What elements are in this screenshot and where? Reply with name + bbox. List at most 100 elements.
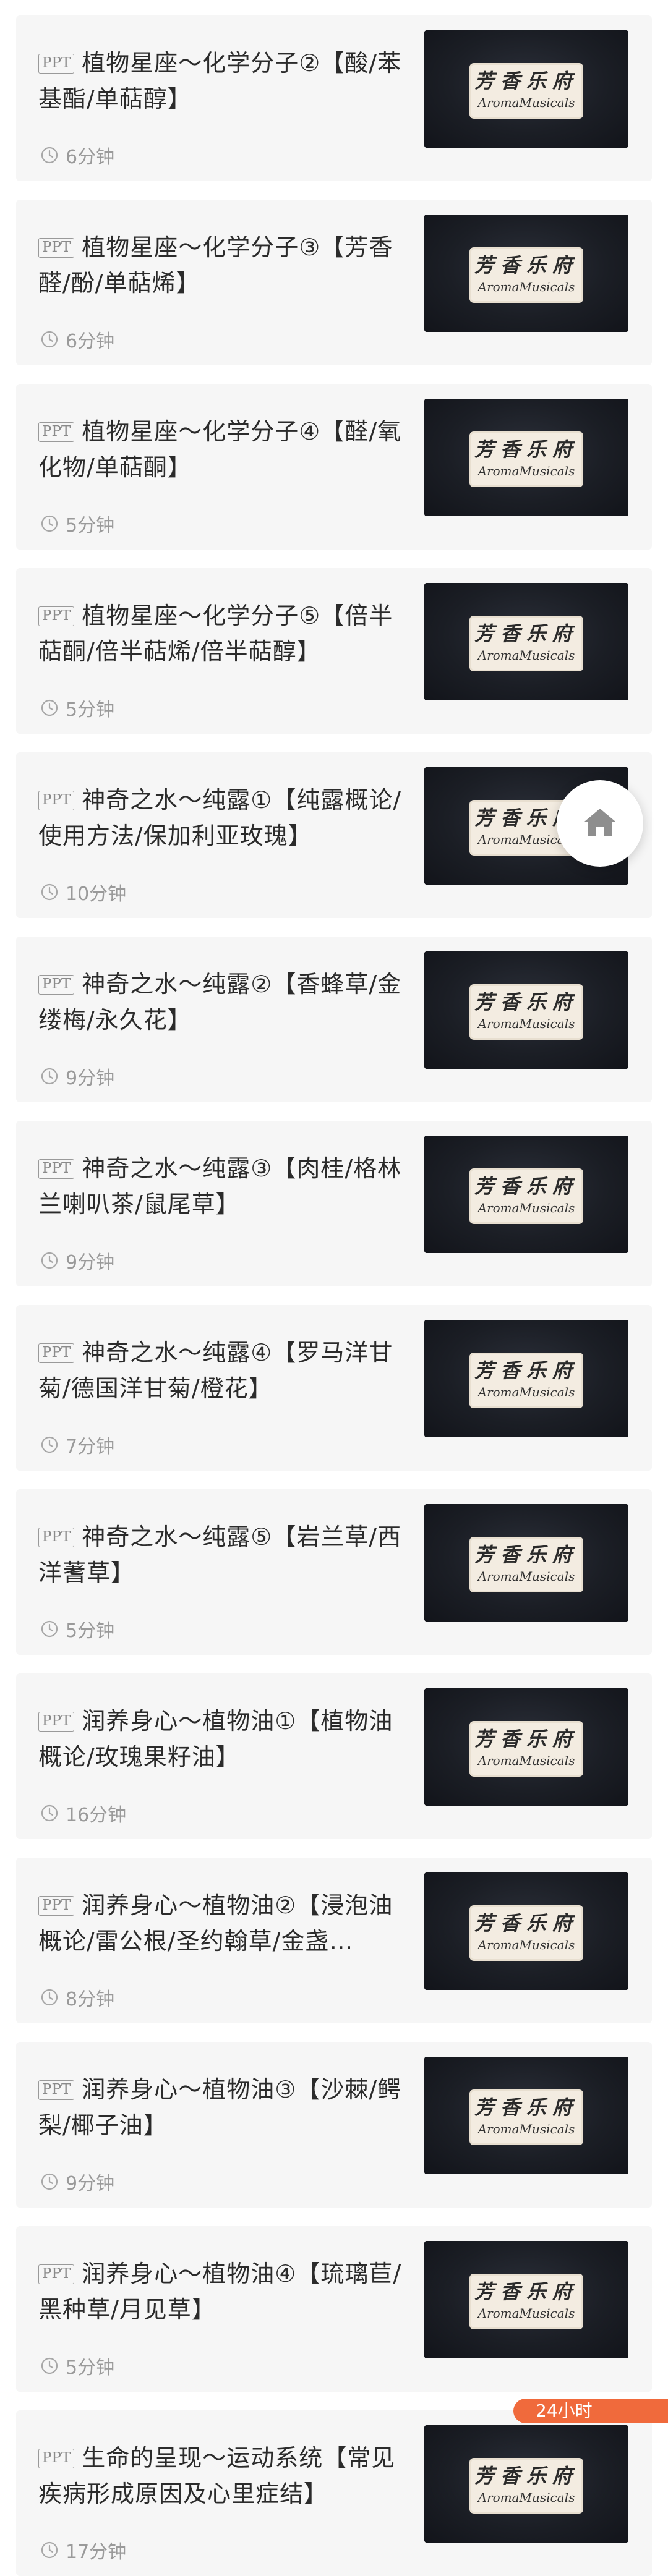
course-title-text: 神奇之水～纯露④【罗马洋甘菊/德国洋甘菊/橙花】 <box>38 1339 393 1402</box>
course-card[interactable]: PPT 植物星座～化学分子⑤【倍半萜酮/倍半萜烯/倍半萜醇】 5分钟 芳香乐府 A… <box>16 568 652 734</box>
logo-en: AromaMusicals <box>477 1201 575 1215</box>
logo-cn: 芳香乐府 <box>474 2280 578 2303</box>
course-title-text: 润养身心～植物油③【沙棘/鳄梨/椰子油】 <box>38 2076 402 2139</box>
promo-badge[interactable]: 24小时 <box>513 2399 668 2423</box>
course-duration: 16分钟 <box>41 1802 127 1826</box>
course-card[interactable]: PPT 润养身心～植物油②【浸泡油概论/雷公根/圣约翰草/金盏… 8分钟 芳香乐府… <box>16 1858 652 2023</box>
course-card[interactable]: PPT 神奇之水～纯露③【肉桂/格林兰喇叭茶/鼠尾草】 9分钟 芳香乐府 Arom… <box>16 1121 652 1286</box>
course-card[interactable]: PPT 植物星座～化学分子③【芳香醛/酚/单萜烯】 6分钟 芳香乐府 AromaM… <box>16 200 652 365</box>
brand-logo: 芳香乐府 AromaMusicals <box>471 2276 581 2327</box>
clock-icon <box>41 2173 58 2190</box>
course-thumbnail: 芳香乐府 AromaMusicals <box>424 399 628 516</box>
clock-icon <box>41 1068 58 1085</box>
course-title: PPT 润养身心～植物油②【浸泡油概论/雷公根/圣约翰草/金盏… <box>38 1887 409 1959</box>
course-title: PPT 神奇之水～纯露④【罗马洋甘菊/德国洋甘菊/橙花】 <box>38 1335 409 1406</box>
course-thumbnail: 芳香乐府 AromaMusicals <box>424 583 628 700</box>
brand-logo: 芳香乐府 AromaMusicals <box>471 1354 581 1406</box>
logo-en: AromaMusicals <box>477 1753 575 1768</box>
course-card[interactable]: PPT 神奇之水～纯露⑤【岩兰草/西洋蓍草】 5分钟 芳香乐府 AromaMusi… <box>16 1489 652 1655</box>
ppt-tag: PPT <box>38 1159 75 1179</box>
course-card[interactable]: PPT 神奇之水～纯露①【纯露概论/使用方法/保加利亚玫瑰】 10分钟 芳香乐府 … <box>16 752 652 918</box>
logo-cn: 芳香乐府 <box>474 438 578 461</box>
brand-logo: 芳香乐府 AromaMusicals <box>471 1170 581 1222</box>
course-title-text: 神奇之水～纯露⑤【岩兰草/西洋蓍草】 <box>38 1523 402 1586</box>
course-card[interactable]: PPT 润养身心～植物油①【植物油概论/玫瑰果籽油】 16分钟 芳香乐府 Arom… <box>16 1673 652 1839</box>
logo-cn: 芳香乐府 <box>474 1727 578 1751</box>
brand-logo: 芳香乐府 AromaMusicals <box>471 2460 581 2512</box>
duration-text: 9分钟 <box>66 2173 115 2195</box>
course-duration: 9分钟 <box>41 2170 115 2195</box>
course-card[interactable]: PPT 润养身心～植物油④【琉璃苣/黑种草/月见草】 5分钟 芳香乐府 Aroma… <box>16 2226 652 2392</box>
duration-text: 6分钟 <box>66 147 115 168</box>
course-title: PPT 植物星座～化学分子⑤【倍半萜酮/倍半萜烯/倍半萜醇】 <box>38 598 409 670</box>
course-thumbnail: 芳香乐府 AromaMusicals <box>424 1504 628 1622</box>
ppt-tag: PPT <box>38 1343 75 1363</box>
logo-en: AromaMusicals <box>477 1385 575 1400</box>
course-duration: 8分钟 <box>41 1986 115 2010</box>
brand-logo: 芳香乐府 AromaMusicals <box>471 1907 581 1959</box>
ppt-tag: PPT <box>38 1712 75 1732</box>
course-title-text: 润养身心～植物油②【浸泡油概论/雷公根/圣约翰草/金盏… <box>38 1892 393 1955</box>
duration-text: 8分钟 <box>66 1989 115 2010</box>
logo-cn: 芳香乐府 <box>474 69 578 93</box>
duration-text: 17分钟 <box>66 2541 127 2563</box>
brand-logo: 芳香乐府 AromaMusicals <box>471 618 581 670</box>
clock-icon <box>41 1989 58 2006</box>
course-title: PPT 植物星座～化学分子③【芳香醛/酚/单萜烯】 <box>38 229 409 301</box>
ppt-tag: PPT <box>38 2449 75 2468</box>
course-title: PPT 植物星座～化学分子④【醛/氧化物/单萜酮】 <box>38 414 409 485</box>
clock-icon <box>41 515 58 532</box>
duration-text: 5分钟 <box>66 699 115 721</box>
brand-logo: 芳香乐府 AromaMusicals <box>471 2091 581 2143</box>
ppt-tag: PPT <box>38 1528 75 1547</box>
duration-text: 7分钟 <box>66 1436 115 1458</box>
course-duration: 10分钟 <box>41 881 126 905</box>
logo-en: AromaMusicals <box>477 95 575 110</box>
brand-logo: 芳香乐府 AromaMusicals <box>471 1539 581 1591</box>
course-card[interactable]: PPT 润养身心～植物油③【沙棘/鳄梨/椰子油】 9分钟 芳香乐府 AromaMu… <box>16 2042 652 2208</box>
course-title-text: 植物星座～化学分子③【芳香醛/酚/单萜烯】 <box>38 234 393 297</box>
course-title-text: 润养身心～植物油①【植物油概论/玫瑰果籽油】 <box>38 1707 393 1770</box>
ppt-tag: PPT <box>38 1896 75 1916</box>
course-card[interactable]: PPT 植物星座～化学分子④【醛/氧化物/单萜酮】 5分钟 芳香乐府 AromaM… <box>16 384 652 550</box>
course-thumbnail: 芳香乐府 AromaMusicals <box>424 215 628 332</box>
logo-en: AromaMusicals <box>477 1937 575 1952</box>
course-title-text: 植物星座～化学分子④【醛/氧化物/单萜酮】 <box>38 418 402 481</box>
ppt-tag: PPT <box>38 2264 75 2284</box>
course-title: PPT 生命的呈现～运动系统【常见疾病形成原因及心里症结】 <box>38 2440 409 2512</box>
brand-logo: 芳香乐府 AromaMusicals <box>471 986 581 1038</box>
course-thumbnail: 芳香乐府 AromaMusicals <box>424 2241 628 2358</box>
course-card[interactable]: PPT 神奇之水～纯露④【罗马洋甘菊/德国洋甘菊/橙花】 7分钟 芳香乐府 Aro… <box>16 1305 652 1471</box>
duration-text: 5分钟 <box>66 2357 115 2379</box>
course-duration: 5分钟 <box>41 512 114 537</box>
clock-icon <box>41 699 58 716</box>
logo-en: AromaMusicals <box>477 1016 575 1031</box>
course-duration: 5分钟 <box>41 1618 114 1642</box>
home-button[interactable] <box>557 780 643 867</box>
logo-en: AromaMusicals <box>477 1569 575 1584</box>
course-thumbnail: 芳香乐府 AromaMusicals <box>424 2425 628 2543</box>
logo-en: AromaMusicals <box>477 2122 575 2136</box>
logo-cn: 芳香乐府 <box>474 990 578 1014</box>
brand-logo: 芳香乐府 AromaMusicals <box>471 249 581 301</box>
logo-en: AromaMusicals <box>477 464 575 478</box>
ppt-tag: PPT <box>38 54 75 74</box>
course-duration: 6分钟 <box>41 144 115 168</box>
home-icon <box>583 807 617 840</box>
duration-text: 16分钟 <box>66 1804 127 1826</box>
course-card[interactable]: PPT 植物星座～化学分子②【酸/苯基酯/单萜醇】 6分钟 芳香乐府 AromaM… <box>16 15 652 181</box>
course-title-text: 润养身心～植物油④【琉璃苣/黑种草/月见草】 <box>38 2260 402 2323</box>
brand-logo: 芳香乐府 AromaMusicals <box>471 65 581 117</box>
ppt-tag: PPT <box>38 422 75 442</box>
course-title: PPT 神奇之水～纯露③【肉桂/格林兰喇叭茶/鼠尾草】 <box>38 1150 409 1222</box>
course-title-text: 植物星座～化学分子②【酸/苯基酯/单萜醇】 <box>38 49 402 113</box>
course-title: PPT 神奇之水～纯露②【香蜂草/金缕梅/永久花】 <box>38 966 409 1038</box>
course-card[interactable]: PPT 生命的呈现～运动系统【常见疾病形成原因及心里症结】 17分钟 芳香乐府 A… <box>16 2410 652 2576</box>
course-title: PPT 润养身心～植物油①【植物油概论/玫瑰果籽油】 <box>38 1703 409 1775</box>
clock-icon <box>41 147 58 164</box>
logo-cn: 芳香乐府 <box>474 1543 578 1566</box>
course-title: PPT 神奇之水～纯露①【纯露概论/使用方法/保加利亚玫瑰】 <box>38 782 409 854</box>
ppt-tag: PPT <box>38 606 75 626</box>
course-duration: 5分钟 <box>41 2355 115 2379</box>
course-card[interactable]: PPT 神奇之水～纯露②【香蜂草/金缕梅/永久花】 9分钟 芳香乐府 AromaM… <box>16 937 652 1102</box>
